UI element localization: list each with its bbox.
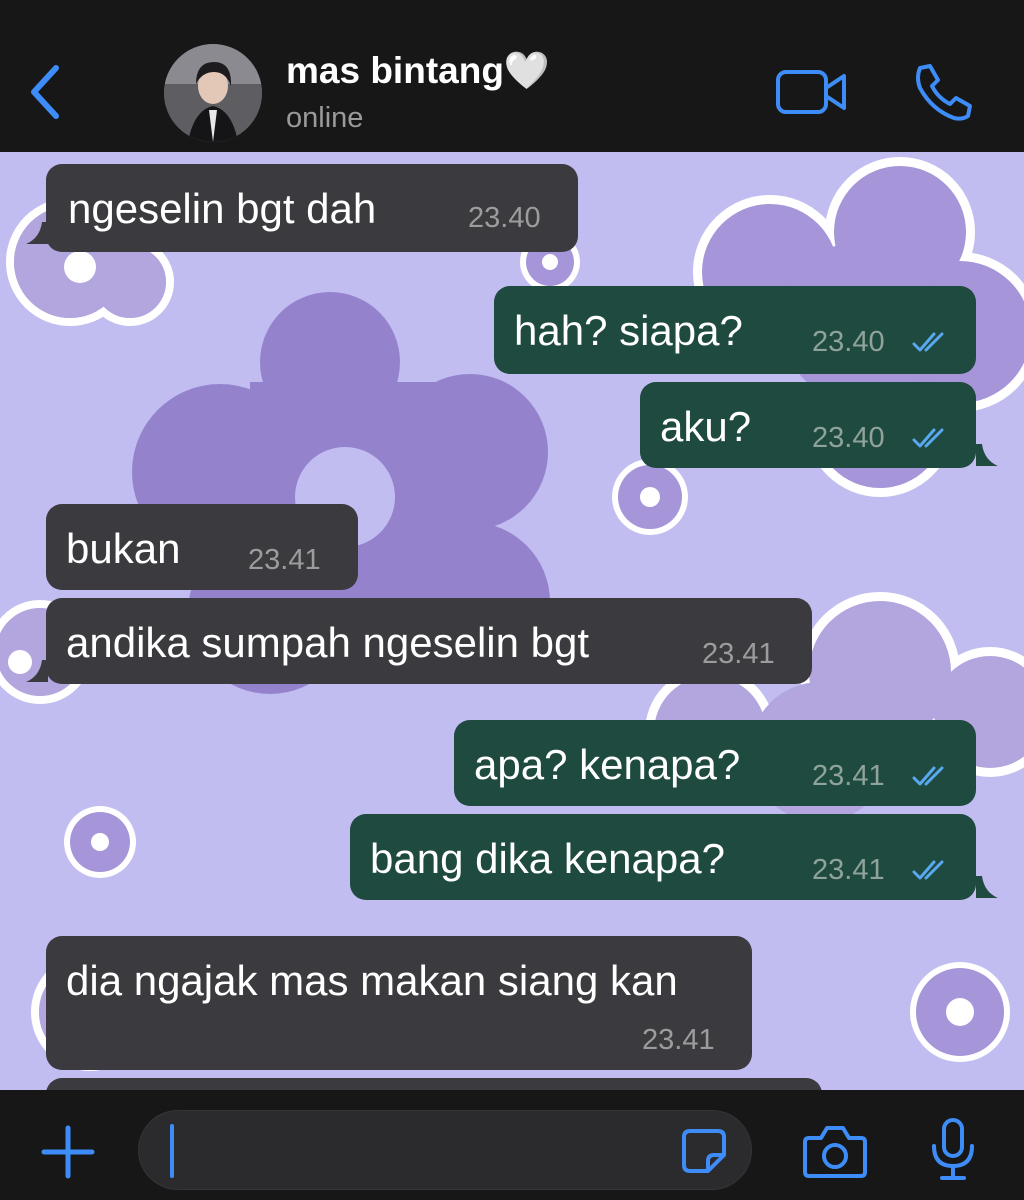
message-input[interactable] <box>138 1110 752 1190</box>
bubble-tail <box>26 222 48 244</box>
back-chevron-icon[interactable] <box>22 60 72 124</box>
message-text: apa? kenapa? <box>474 741 741 788</box>
contact-status: online <box>286 102 364 134</box>
bubble-tail <box>976 444 998 466</box>
bubble-tail <box>26 660 48 682</box>
message-time: 23.41 <box>248 544 321 576</box>
read-receipt-icon <box>912 766 944 786</box>
message-time: 23.41 <box>812 760 885 792</box>
avatar[interactable] <box>164 44 262 142</box>
read-receipt-icon <box>912 332 944 352</box>
message-bubble-incoming[interactable]: ngeselin bgt dah 23.40 <box>46 164 578 252</box>
message-bubble-outgoing[interactable]: bang dika kenapa? 23.41 <box>350 814 976 900</box>
message-time: 23.41 <box>812 854 885 886</box>
phone-call-icon[interactable] <box>910 62 974 122</box>
contact-name[interactable]: mas bintang🤍 <box>286 50 550 93</box>
message-text: ngeselin bgt dah <box>68 185 377 232</box>
message-bubble-incoming[interactable]: bukan 23.41 <box>46 504 358 590</box>
message-text: bukan <box>66 525 181 572</box>
message-time: 23.40 <box>812 326 885 358</box>
message-text: dia ngajak mas makan siang kan <box>66 957 678 1004</box>
message-text: hah? siapa? <box>514 307 743 354</box>
message-time: 23.41 <box>642 1024 715 1056</box>
chat-area[interactable]: ngeselin bgt dah 23.40 hah? siapa? 23.40… <box>0 152 1024 1090</box>
message-bubble-incoming-partial[interactable] <box>46 1078 822 1090</box>
camera-icon[interactable] <box>803 1124 867 1178</box>
sticker-icon[interactable] <box>680 1127 728 1175</box>
read-receipt-icon <box>912 428 944 448</box>
message-bubble-outgoing[interactable]: hah? siapa? 23.40 <box>494 286 976 374</box>
plus-icon[interactable] <box>40 1124 96 1180</box>
message-bubble-outgoing[interactable]: apa? kenapa? 23.41 <box>454 720 976 806</box>
avatar-photo <box>164 44 262 142</box>
bubble-tail <box>976 876 998 898</box>
microphone-icon[interactable] <box>930 1118 976 1182</box>
message-time: 23.40 <box>812 422 885 454</box>
message-time: 23.40 <box>468 202 541 234</box>
message-text: andika sumpah ngeselin bgt <box>66 619 590 666</box>
message-text: aku? <box>660 403 752 450</box>
message-time: 23.41 <box>702 638 775 670</box>
text-cursor <box>170 1124 174 1178</box>
message-bubble-outgoing[interactable]: aku? 23.40 <box>640 382 976 468</box>
chat-header: mas bintang🤍 online <box>0 0 1024 152</box>
message-bubble-incoming[interactable]: andika sumpah ngeselin bgt 23.41 <box>46 598 812 684</box>
message-bubble-incoming[interactable]: dia ngajak mas makan siang kan 23.41 <box>46 936 752 1070</box>
video-call-icon[interactable] <box>774 66 848 118</box>
read-receipt-icon <box>912 860 944 880</box>
message-text: bang dika kenapa? <box>370 835 725 882</box>
